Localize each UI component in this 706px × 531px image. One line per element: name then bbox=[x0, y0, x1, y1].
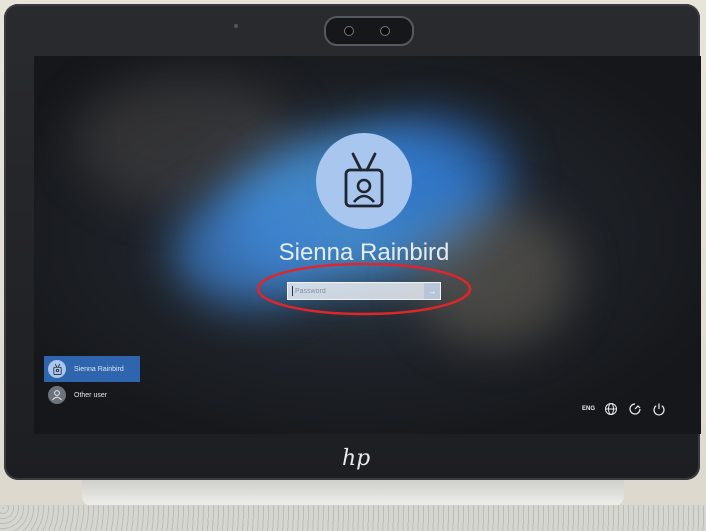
accessibility-icon[interactable] bbox=[627, 401, 643, 417]
wallpaper-blur bbox=[414, 206, 574, 346]
user-list-label: Other user bbox=[74, 391, 108, 399]
webcam-lens bbox=[380, 26, 390, 36]
submit-arrow-button[interactable]: → bbox=[424, 283, 440, 299]
password-field[interactable]: → bbox=[287, 282, 441, 300]
laptop-bezel: Sienna Rainbird → Sienna Rainbird Other … bbox=[4, 4, 701, 480]
language-indicator[interactable]: ENG bbox=[582, 406, 595, 412]
network-icon[interactable] bbox=[603, 401, 619, 417]
arrow-right-icon: → bbox=[427, 286, 437, 296]
password-input[interactable] bbox=[288, 283, 422, 299]
user-avatar-small bbox=[48, 360, 66, 378]
windows-lock-screen: Sienna Rainbird → Sienna Rainbird Other … bbox=[34, 56, 701, 434]
keyboard-speaker-grille bbox=[0, 505, 706, 531]
hp-logo: hp bbox=[342, 446, 371, 471]
webcam-lens bbox=[344, 26, 354, 36]
user-list-item-other[interactable]: Other user bbox=[44, 382, 140, 408]
user-switcher-list: Sienna Rainbird Other user bbox=[44, 356, 140, 408]
id-badge-icon bbox=[344, 152, 384, 208]
power-icon[interactable] bbox=[651, 401, 667, 417]
user-list-label: Sienna Rainbird bbox=[74, 365, 124, 373]
user-avatar bbox=[316, 133, 412, 229]
user-avatar-small bbox=[48, 386, 66, 404]
user-name-heading: Sienna Rainbird bbox=[278, 239, 450, 266]
laptop-hinge bbox=[82, 480, 624, 506]
user-list-item-sienna[interactable]: Sienna Rainbird bbox=[44, 356, 140, 382]
ambient-light-sensor bbox=[234, 24, 238, 28]
id-badge-icon bbox=[52, 363, 62, 375]
system-tray: ENG bbox=[582, 401, 667, 417]
webcam bbox=[324, 16, 414, 46]
person-icon bbox=[52, 390, 62, 401]
